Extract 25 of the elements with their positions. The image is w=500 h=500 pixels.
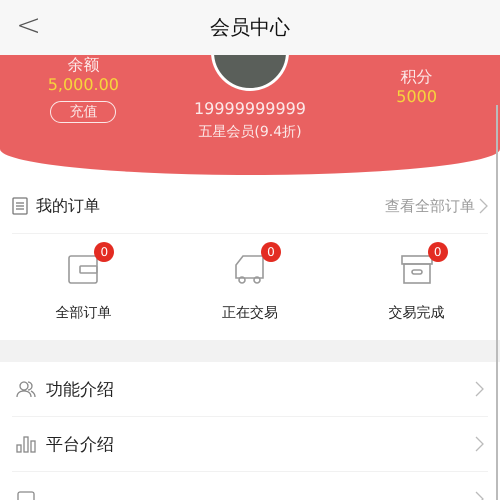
order-status-item[interactable]: 0 正在交易 (166, 234, 334, 340)
count-badge: 0 (260, 242, 281, 262)
wallet-icon (66, 252, 100, 286)
users-icon (16, 380, 36, 398)
back-button[interactable]: < (10, 8, 48, 44)
clipboard-icon (12, 197, 28, 215)
count-badge: 0 (94, 242, 114, 262)
box-icon (400, 252, 434, 286)
order-status-item[interactable]: 0 全部订单 (0, 234, 167, 340)
member-level: 五星会员(9.4折) (198, 124, 302, 141)
menu-item[interactable]: 功能介绍 (12, 362, 488, 417)
bar-chart-icon (16, 435, 36, 453)
count-badge: 0 (428, 242, 448, 262)
points-label: 积分 (400, 67, 433, 86)
chevron-right-icon (475, 436, 484, 452)
phone-number: 19999999999 (194, 99, 306, 118)
section-title: 我的订单 (36, 196, 100, 216)
points-value: 5000 (396, 86, 438, 108)
chevron-right-icon (479, 198, 488, 214)
chevron-right-icon (475, 381, 484, 397)
menu-item[interactable]: 平台介绍 (12, 417, 488, 472)
balance-value: 5,000.00 (48, 74, 119, 96)
page-title: 会员中心 (210, 14, 290, 41)
balance-label: 余额 (67, 55, 100, 74)
truck-icon (232, 252, 267, 286)
